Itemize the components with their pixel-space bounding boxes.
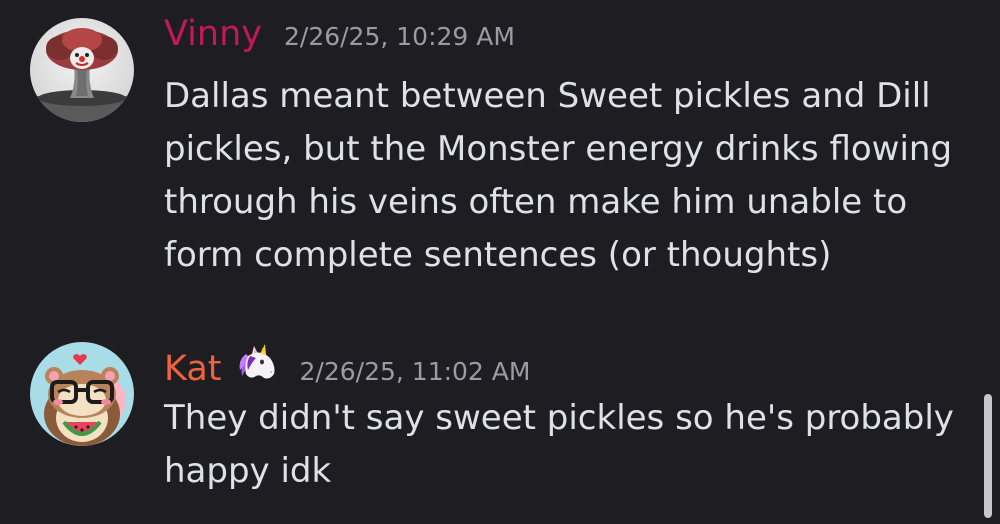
scrollbar-thumb[interactable] [984, 394, 992, 518]
username-vinny[interactable]: Vinny [164, 14, 262, 54]
message-text: Dallas meant between Sweet pickles and D… [164, 76, 953, 275]
avatar-vinny[interactable] [30, 18, 134, 122]
message-text: They didn't say sweet pickles so he's pr… [164, 398, 954, 491]
message-header: Vinny 2/26/25, 10:29 AM [164, 14, 515, 54]
timestamp: 2/26/25, 10:29 AM [283, 22, 515, 51]
unicorn-icon [234, 344, 280, 386]
hamster-with-glasses-avatar-icon [30, 342, 134, 446]
username-kat[interactable]: Kat [164, 349, 222, 389]
timestamp: 2/26/25, 11:02 AM [299, 357, 531, 386]
mushroom-cloud-clown-avatar-icon [30, 18, 134, 122]
avatar-kat[interactable] [30, 342, 134, 446]
chat-messages: Vinny 2/26/25, 10:29 AM Dallas meant bet… [0, 0, 1000, 524]
message-header: Kat 2/26/25, 11:02 AM [164, 338, 530, 389]
